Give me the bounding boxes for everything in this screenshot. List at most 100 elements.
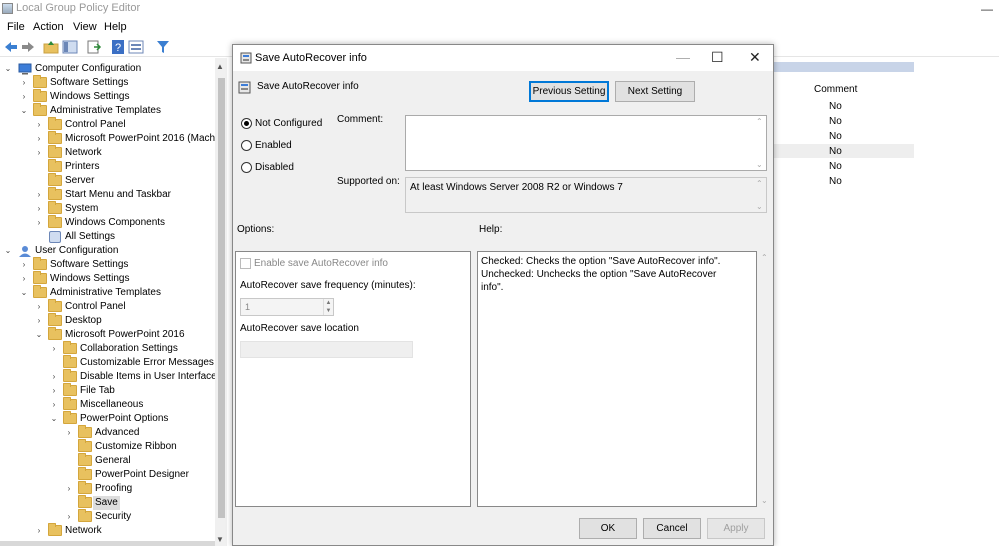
help-scrollbar[interactable]: ⌃ ⌄	[759, 251, 771, 507]
tree-item-start-menu-taskbar[interactable]: › Start Menu and Taskbar	[0, 187, 215, 202]
supported-scrollbar[interactable]: ⌃ ⌄	[754, 178, 766, 212]
minimize-button[interactable]: —	[981, 2, 993, 16]
tree-item-collaboration-settings[interactable]: › Collaboration Settings	[0, 341, 215, 356]
previous-setting-button[interactable]: Previous Setting	[529, 81, 609, 102]
tree-item-customizable-error-messages[interactable]: Customizable Error Messages	[0, 355, 215, 370]
ok-button[interactable]: OK	[579, 518, 637, 539]
tree-item-printers[interactable]: Printers	[0, 159, 215, 174]
expand-icon[interactable]: ›	[49, 342, 59, 356]
scroll-up-icon[interactable]: ▲	[216, 62, 224, 71]
expand-icon[interactable]: ›	[49, 384, 59, 398]
expand-icon[interactable]: ›	[19, 90, 29, 104]
tree-item-disable-items[interactable]: › Disable Items in User Interface	[0, 369, 215, 384]
radio-enabled[interactable]: Enabled	[241, 139, 331, 153]
collapse-icon[interactable]: ⌄	[34, 328, 44, 342]
tree-item-advanced[interactable]: › Advanced	[0, 425, 215, 440]
checkbox-box[interactable]	[240, 258, 251, 269]
comment-textarea[interactable]: ⌃ ⌄	[405, 115, 767, 171]
show-hide-tree-icon[interactable]	[62, 39, 78, 55]
tree-item-save[interactable]: Save	[0, 495, 215, 510]
tree-item-user-configuration[interactable]: ⌄ User Configuration	[0, 244, 215, 258]
radio-disabled[interactable]: Disabled	[241, 161, 331, 175]
collapse-icon[interactable]: ⌄	[19, 104, 29, 118]
expand-icon[interactable]: ›	[34, 300, 44, 314]
tree-horizontal-scrollbar[interactable]	[0, 541, 215, 546]
dialog-minimize-button[interactable]: —	[676, 49, 690, 65]
tree-item-administrative-templates-user[interactable]: ⌄ Administrative Templates	[0, 285, 215, 300]
tree-item-all-settings[interactable]: All Settings	[0, 230, 215, 244]
back-icon[interactable]	[3, 39, 19, 55]
expand-icon[interactable]: ›	[34, 146, 44, 160]
column-comment[interactable]: Comment	[814, 84, 857, 95]
expand-icon[interactable]: ›	[19, 258, 29, 272]
tree-item-general[interactable]: General	[0, 453, 215, 468]
expand-icon[interactable]: ›	[34, 118, 44, 132]
tree-item-windows-components[interactable]: › Windows Components	[0, 215, 215, 230]
collapse-icon[interactable]: ⌄	[49, 412, 59, 426]
next-setting-button[interactable]: Next Setting	[615, 81, 695, 102]
tree-item-proofing[interactable]: › Proofing	[0, 481, 215, 496]
tree-item-miscellaneous[interactable]: › Miscellaneous	[0, 397, 215, 412]
tree-item-windows-settings-user[interactable]: › Windows Settings	[0, 271, 215, 286]
tree-item-system[interactable]: › System	[0, 201, 215, 216]
expand-icon[interactable]: ›	[64, 482, 74, 496]
filter-icon[interactable]	[155, 39, 171, 55]
expand-icon[interactable]: ›	[64, 426, 74, 440]
tree-item-customize-ribbon[interactable]: Customize Ribbon	[0, 439, 215, 454]
tree-item-security[interactable]: › Security	[0, 509, 215, 524]
properties-icon[interactable]	[128, 39, 144, 55]
collapse-icon[interactable]: ⌄	[19, 286, 29, 300]
tree-item-network-user[interactable]: › Network	[0, 523, 215, 538]
help-icon[interactable]: ?	[110, 39, 126, 55]
expand-icon[interactable]: ›	[34, 132, 44, 146]
menu-help[interactable]: Help	[104, 21, 127, 33]
expand-icon[interactable]: ›	[34, 188, 44, 202]
expand-icon[interactable]: ›	[34, 216, 44, 230]
tree-item-ppt-2016[interactable]: ⌄ Microsoft PowerPoint 2016	[0, 327, 215, 342]
tree-vertical-scrollbar[interactable]: ▲ ▼	[215, 58, 227, 546]
tree-item-server[interactable]: Server	[0, 173, 215, 188]
apply-button[interactable]: Apply	[707, 518, 765, 539]
tree-item-administrative-templates[interactable]: ⌄ Administrative Templates	[0, 103, 215, 118]
collapse-icon[interactable]: ⌄	[3, 244, 13, 258]
dialog-close-button[interactable]: ✕	[749, 49, 761, 66]
radio-circle[interactable]	[241, 118, 252, 129]
cancel-button[interactable]: Cancel	[643, 518, 701, 539]
tree-item-windows-settings[interactable]: › Windows Settings	[0, 89, 215, 104]
expand-icon[interactable]: ›	[19, 272, 29, 286]
tree-item-file-tab[interactable]: › File Tab	[0, 383, 215, 398]
expand-icon[interactable]: ›	[34, 202, 44, 216]
expand-icon[interactable]: ›	[34, 524, 44, 538]
expand-icon[interactable]: ›	[19, 76, 29, 90]
frequency-spinner[interactable]: 1 ▲ ▼	[240, 298, 334, 316]
radio-circle[interactable]	[241, 162, 252, 173]
up-folder-icon[interactable]	[43, 39, 59, 55]
expand-icon[interactable]: ›	[49, 398, 59, 412]
tree-item-powerpoint-options[interactable]: ⌄ PowerPoint Options	[0, 411, 215, 426]
scroll-down-icon[interactable]: ▼	[216, 535, 224, 544]
radio-not-configured[interactable]: Not Configured	[241, 117, 331, 131]
menu-view[interactable]: View	[73, 21, 97, 33]
dialog-maximize-button[interactable]: ☐	[711, 49, 724, 66]
spinner-arrows-icon[interactable]: ▲ ▼	[323, 299, 333, 315]
export-list-icon[interactable]	[86, 39, 102, 55]
tree-item-ppt-2016-machine[interactable]: › Microsoft PowerPoint 2016 (Machine	[0, 131, 215, 146]
tree-item-control-panel-user[interactable]: › Control Panel	[0, 299, 215, 314]
expand-icon[interactable]: ›	[34, 314, 44, 328]
tree-item-computer-configuration[interactable]: ⌄ Computer Configuration	[0, 62, 215, 76]
expand-icon[interactable]: ›	[64, 510, 74, 524]
menu-file[interactable]: File	[7, 21, 25, 33]
expand-icon[interactable]: ›	[49, 370, 59, 384]
tree-item-software-settings[interactable]: › Software Settings	[0, 75, 215, 90]
tree-item-software-settings-user[interactable]: › Software Settings	[0, 257, 215, 272]
tree-item-control-panel[interactable]: › Control Panel	[0, 117, 215, 132]
tree-item-desktop[interactable]: › Desktop	[0, 313, 215, 328]
location-input[interactable]	[240, 341, 413, 358]
scroll-thumb[interactable]	[218, 78, 225, 518]
tree-item-network[interactable]: › Network	[0, 145, 215, 160]
radio-circle[interactable]	[241, 140, 252, 151]
menu-action[interactable]: Action	[33, 21, 64, 33]
forward-icon[interactable]	[20, 39, 36, 55]
comment-scrollbar[interactable]: ⌃ ⌄	[754, 116, 766, 170]
tree-item-powerpoint-designer[interactable]: PowerPoint Designer	[0, 467, 215, 482]
